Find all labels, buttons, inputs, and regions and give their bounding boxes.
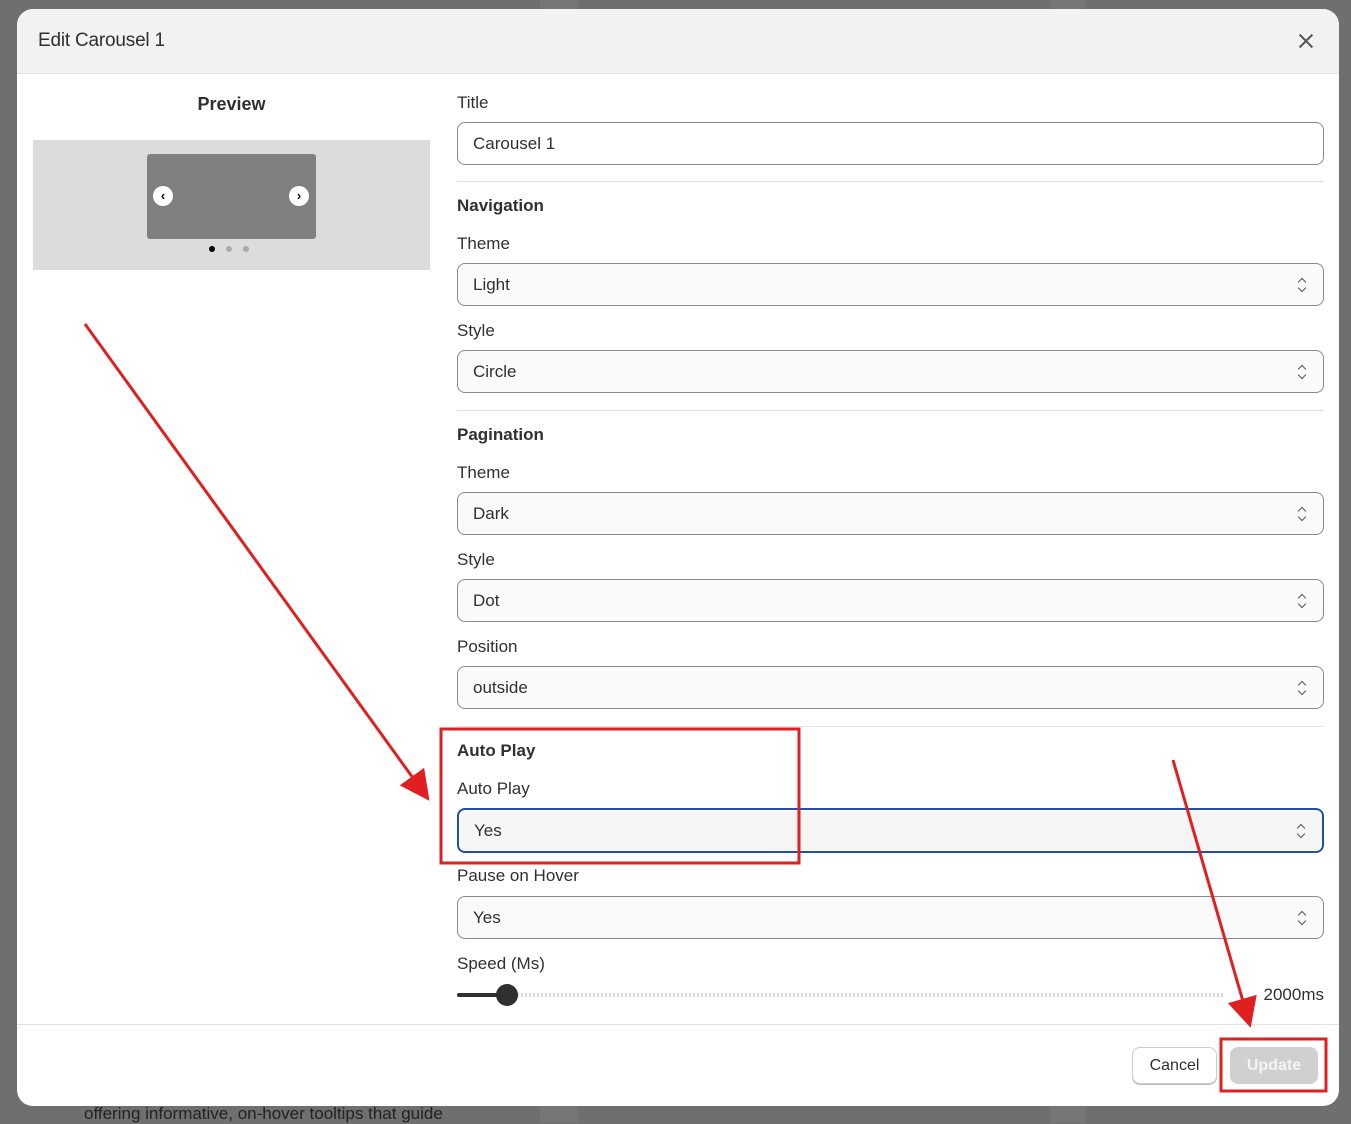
select-value: Dot [473, 590, 500, 610]
chevron-right-icon[interactable]: › [289, 186, 309, 206]
select-value: Light [473, 274, 510, 294]
update-button[interactable]: Update [1230, 1047, 1318, 1084]
chevron-left-icon[interactable]: ‹ [153, 186, 173, 206]
title-input-value: Carousel 1 [473, 133, 556, 153]
select-value: outside [473, 677, 528, 697]
preview-panel: Preview ‹ › [33, 74, 430, 270]
chevron-up-down-icon [1296, 276, 1308, 294]
close-icon[interactable] [1294, 29, 1318, 53]
chevron-up-down-icon [1295, 822, 1307, 840]
chevron-up-down-icon [1296, 909, 1308, 927]
edit-carousel-modal: Edit Carousel 1 Preview ‹ › Title Carous… [17, 9, 1339, 1106]
chevron-up-down-icon [1296, 679, 1308, 697]
background-text: offering informative, on-hover tooltips … [84, 1104, 443, 1123]
pagination-dots [209, 246, 249, 252]
chevron-up-down-icon [1296, 363, 1308, 381]
select-value: Circle [473, 361, 517, 381]
speed-slider[interactable]: 2000ms [457, 980, 1324, 1010]
modal-title: Edit Carousel 1 [38, 30, 165, 51]
pagination-style-select[interactable]: Dot [457, 579, 1324, 622]
settings-form: Title Carousel 1 Navigation Theme Light … [457, 74, 1324, 1010]
pagination-style-label: Style [457, 550, 495, 569]
title-input[interactable]: Carousel 1 [457, 122, 1324, 165]
pagination-theme-label: Theme [457, 463, 510, 482]
title-label: Title [457, 93, 489, 112]
pause-on-hover-label: Pause on Hover [457, 866, 579, 885]
slider-track[interactable] [457, 984, 1224, 1006]
pagination-theme-select[interactable]: Dark [457, 492, 1324, 535]
navigation-heading: Navigation [457, 196, 544, 215]
speed-label: Speed (Ms) [457, 954, 545, 973]
autoplay-label: Auto Play [457, 779, 530, 798]
carousel-preview: ‹ › [33, 140, 430, 270]
select-value: Yes [473, 907, 501, 927]
pause-on-hover-select[interactable]: Yes [457, 896, 1324, 939]
autoplay-select[interactable]: Yes [457, 808, 1324, 853]
pagination-dot[interactable] [209, 246, 215, 252]
pagination-position-label: Position [457, 637, 518, 656]
carousel-slide: ‹ › [147, 154, 316, 239]
modal-header: Edit Carousel 1 [17, 9, 1339, 74]
select-value: Dark [473, 503, 509, 523]
pagination-dot[interactable] [243, 246, 249, 252]
navigation-style-label: Style [457, 321, 495, 340]
pagination-dot[interactable] [226, 246, 232, 252]
pagination-position-select[interactable]: outside [457, 666, 1324, 709]
modal-footer: Cancel Update [17, 1024, 1339, 1106]
navigation-theme-select[interactable]: Light [457, 263, 1324, 306]
speed-value: 2000ms [1263, 985, 1324, 1004]
navigation-theme-label: Theme [457, 234, 510, 253]
slider-thumb[interactable] [495, 984, 518, 1006]
select-value: Yes [474, 820, 502, 840]
preview-heading: Preview [197, 94, 266, 114]
chevron-up-down-icon [1296, 505, 1308, 523]
chevron-up-down-icon [1296, 592, 1308, 610]
navigation-style-select[interactable]: Circle [457, 350, 1324, 393]
cancel-button[interactable]: Cancel [1132, 1047, 1217, 1084]
autoplay-heading: Auto Play [457, 741, 536, 760]
pagination-heading: Pagination [457, 425, 544, 444]
